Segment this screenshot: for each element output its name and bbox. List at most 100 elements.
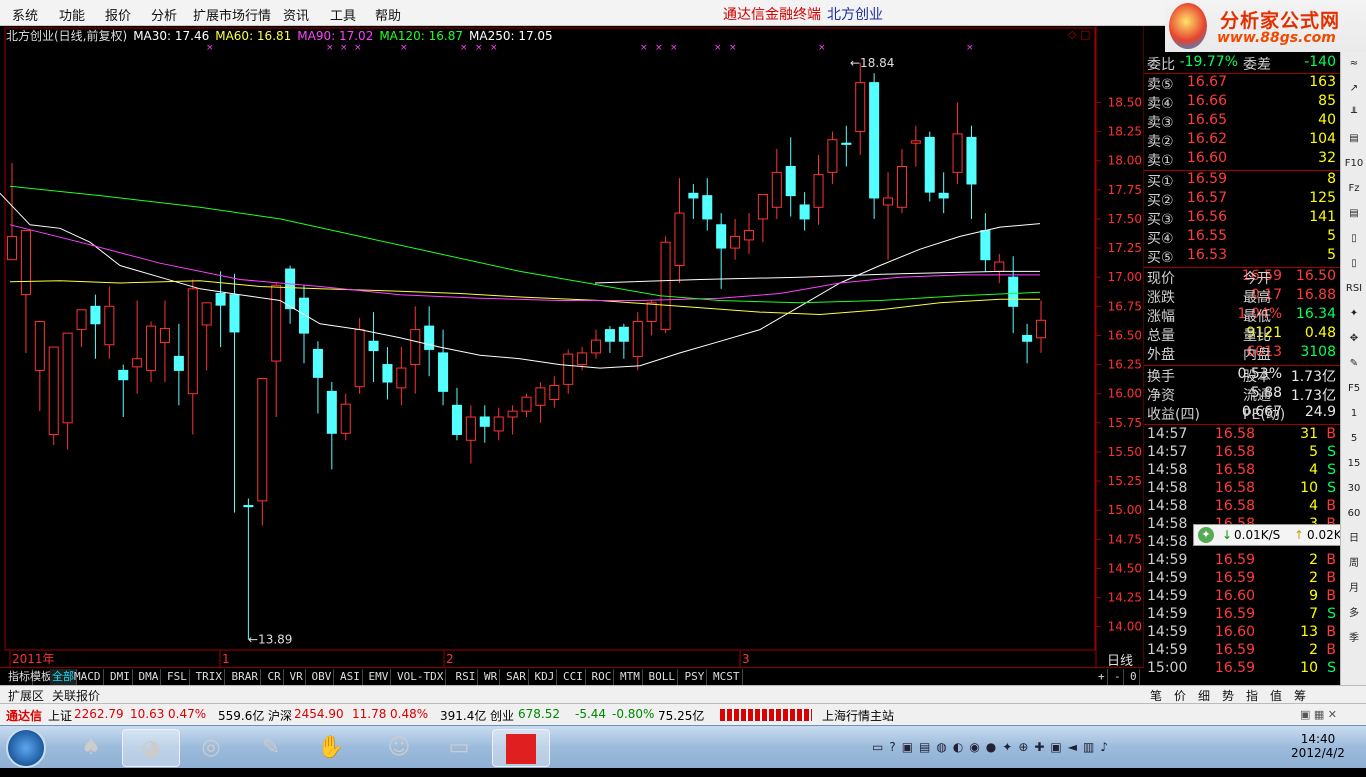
menu-tools[interactable]: 工具 xyxy=(330,5,356,24)
poker-app-icon[interactable]: ♠ xyxy=(62,729,120,767)
tool-button-icon[interactable]: 多 xyxy=(1344,606,1364,622)
tab-control-button[interactable]: - xyxy=(1112,669,1124,685)
tick-row[interactable]: 14:59 16.60 9 B xyxy=(1144,588,1340,606)
buy-row[interactable]: 买③ 16.56 141 xyxy=(1144,209,1340,228)
tool-button-icon[interactable]: F5 xyxy=(1344,381,1364,397)
indicator-tab[interactable]: BRAR xyxy=(230,669,261,685)
tool-button-icon[interactable]: 30 xyxy=(1344,481,1364,497)
paint-app-icon[interactable]: ✎ xyxy=(242,729,300,767)
buy-row[interactable]: 买⑤ 16.53 5 xyxy=(1144,247,1340,266)
color-wheel-app-icon[interactable]: ◕ xyxy=(122,729,180,767)
sz-label[interactable]: 沪深 xyxy=(268,707,292,724)
tool-button-icon[interactable]: ╨ xyxy=(1344,106,1364,122)
sell-row[interactable]: 卖① 16.60 32 xyxy=(1144,150,1340,169)
right-panel-tab[interactable]: 筹 xyxy=(1294,687,1306,704)
folder-app-icon[interactable]: ▭ xyxy=(430,729,488,767)
indicator-tab[interactable]: DMA xyxy=(137,669,162,685)
tool-button-icon[interactable]: RSI xyxy=(1344,281,1364,297)
tick-row[interactable]: 15:00 16.59 10 S xyxy=(1144,660,1340,678)
sell-row[interactable]: 卖② 16.62 104 xyxy=(1144,131,1340,150)
buy-row[interactable]: 买① 16.59 8 xyxy=(1144,171,1340,190)
menu-help[interactable]: 帮助 xyxy=(375,5,401,24)
browser-app-icon[interactable]: ◎ xyxy=(182,729,240,767)
menu-system[interactable]: 系统 xyxy=(12,5,38,24)
qq-app-icon[interactable]: ☺ xyxy=(370,729,428,767)
kline-chart[interactable]: 18.50 18.25 18.00 17.75 17.50 17.25 17.00 16.75… xyxy=(0,26,1144,667)
tool-button-icon[interactable]: ↗ xyxy=(1344,81,1364,97)
tdx-app-icon[interactable] xyxy=(492,729,550,767)
tab-control-button[interactable]: + xyxy=(1096,669,1108,685)
indicator-tab[interactable]: TRIX xyxy=(194,669,225,685)
indicator-tab[interactable]: BOLL xyxy=(647,669,678,685)
indicator-tab[interactable]: KDJ xyxy=(533,669,558,685)
right-panel-tab[interactable]: 指 xyxy=(1246,687,1258,704)
indicator-tab[interactable]: EMV xyxy=(367,669,392,685)
right-panel-tab[interactable]: 细 xyxy=(1198,687,1210,704)
tool-button-icon[interactable]: ✎ xyxy=(1344,356,1364,372)
right-panel-tab[interactable]: 值 xyxy=(1270,687,1282,704)
tool-button-icon[interactable]: 15 xyxy=(1344,456,1364,472)
tool-button-icon[interactable]: 5 xyxy=(1344,431,1364,447)
tick-row[interactable]: 14:57 16.58 5 S xyxy=(1144,444,1340,462)
indicator-tab[interactable]: CCI xyxy=(561,669,586,685)
tool-button-icon[interactable]: Fz xyxy=(1344,181,1364,197)
indicator-tab[interactable]: MACD xyxy=(72,669,104,685)
indicator-tab[interactable]: FSL xyxy=(165,669,190,685)
indicator-tab[interactable]: RSI xyxy=(454,669,479,685)
tick-row[interactable]: 14:57 16.58 31 B xyxy=(1144,426,1340,444)
tool-button-icon[interactable]: 60 xyxy=(1344,506,1364,522)
tick-row[interactable]: 14:59 16.59 2 B xyxy=(1144,570,1340,588)
tool-button-icon[interactable]: ≈ xyxy=(1344,56,1364,72)
sh-label[interactable]: 上证 xyxy=(48,707,72,724)
windows-start-icon[interactable] xyxy=(6,728,46,768)
tick-row[interactable]: 14:59 16.59 7 S xyxy=(1144,606,1340,624)
tick-row[interactable]: 14:58 16.58 10 S xyxy=(1144,480,1340,498)
right-panel-tab[interactable]: 笔 xyxy=(1150,687,1162,704)
tool-button-icon[interactable]: 1 xyxy=(1344,406,1364,422)
chart-canvas[interactable]: 18.50 18.25 18.00 17.75 17.50 17.25 17.00 16.75… xyxy=(0,26,1144,667)
menu-analysis[interactable]: 分析 xyxy=(151,5,177,24)
tick-row[interactable]: 14:58 16.58 4 B xyxy=(1144,498,1340,516)
sell-row[interactable]: 卖⑤ 16.67 163 xyxy=(1144,74,1340,93)
tick-row[interactable]: 14:59 16.59 2 B xyxy=(1144,642,1340,660)
sell-row[interactable]: 卖④ 16.66 85 xyxy=(1144,93,1340,112)
indicator-tab[interactable]: PSY xyxy=(683,669,708,685)
server-name[interactable]: 上海行情主站 xyxy=(822,707,894,724)
tick-row[interactable]: 14:59 16.60 13 B xyxy=(1144,624,1340,642)
indicator-tab[interactable]: CR xyxy=(266,669,284,685)
tab-control-button[interactable]: 0 xyxy=(1128,669,1140,685)
tab-extension-area[interactable]: 扩展区 xyxy=(8,687,44,704)
tool-button-icon[interactable]: ▯ xyxy=(1344,256,1364,272)
indicator-tab[interactable]: SAR xyxy=(504,669,529,685)
tab-related-quotes[interactable]: 关联报价 xyxy=(52,687,100,704)
tool-button-icon[interactable]: ✥ xyxy=(1344,331,1364,347)
tool-button-icon[interactable]: 周 xyxy=(1344,556,1364,572)
indicator-tab[interactable]: VR xyxy=(288,669,306,685)
indicator-tab[interactable]: OBV xyxy=(310,669,335,685)
tool-button-icon[interactable]: ▯ xyxy=(1344,231,1364,247)
indicator-tab[interactable]: WR xyxy=(482,669,501,685)
tool-button-icon[interactable]: 季 xyxy=(1344,631,1364,647)
indicator-tab[interactable]: VOL-TDX xyxy=(395,669,447,685)
right-panel-tab[interactable]: 价 xyxy=(1174,687,1186,704)
tool-button-icon[interactable]: ▤ xyxy=(1344,206,1364,222)
period-label[interactable]: 日线 xyxy=(1096,650,1144,669)
menu-function[interactable]: 功能 xyxy=(59,5,85,24)
system-clock[interactable]: 14:40 2012/4/2 xyxy=(1290,732,1346,760)
tick-row[interactable]: 14:58 16.58 4 S xyxy=(1144,462,1340,480)
cy-label[interactable]: 创业 xyxy=(490,707,514,724)
tool-button-icon[interactable]: ✦ xyxy=(1344,306,1364,322)
indicator-tab[interactable]: DMI xyxy=(108,669,133,685)
indicator-tab[interactable]: MCST xyxy=(711,669,743,685)
buy-row[interactable]: 买④ 16.55 5 xyxy=(1144,228,1340,247)
indicator-tab[interactable]: MTM xyxy=(618,669,643,685)
system-tray-icons[interactable]: ▭?▣▤◍◐◉●✦⊕✚▣◄▥♪ xyxy=(872,740,1114,754)
tool-button-icon[interactable]: 月 xyxy=(1344,581,1364,597)
tool-button-icon[interactable]: ▤ xyxy=(1344,131,1364,147)
menu-extended-market[interactable]: 扩展市场行情 xyxy=(193,5,271,24)
menu-info[interactable]: 资讯 xyxy=(283,5,309,24)
indicator-tab[interactable]: ROC xyxy=(590,669,615,685)
right-panel-tab[interactable]: 势 xyxy=(1222,687,1234,704)
buy-row[interactable]: 买② 16.57 125 xyxy=(1144,190,1340,209)
menu-quote[interactable]: 报价 xyxy=(105,5,131,24)
